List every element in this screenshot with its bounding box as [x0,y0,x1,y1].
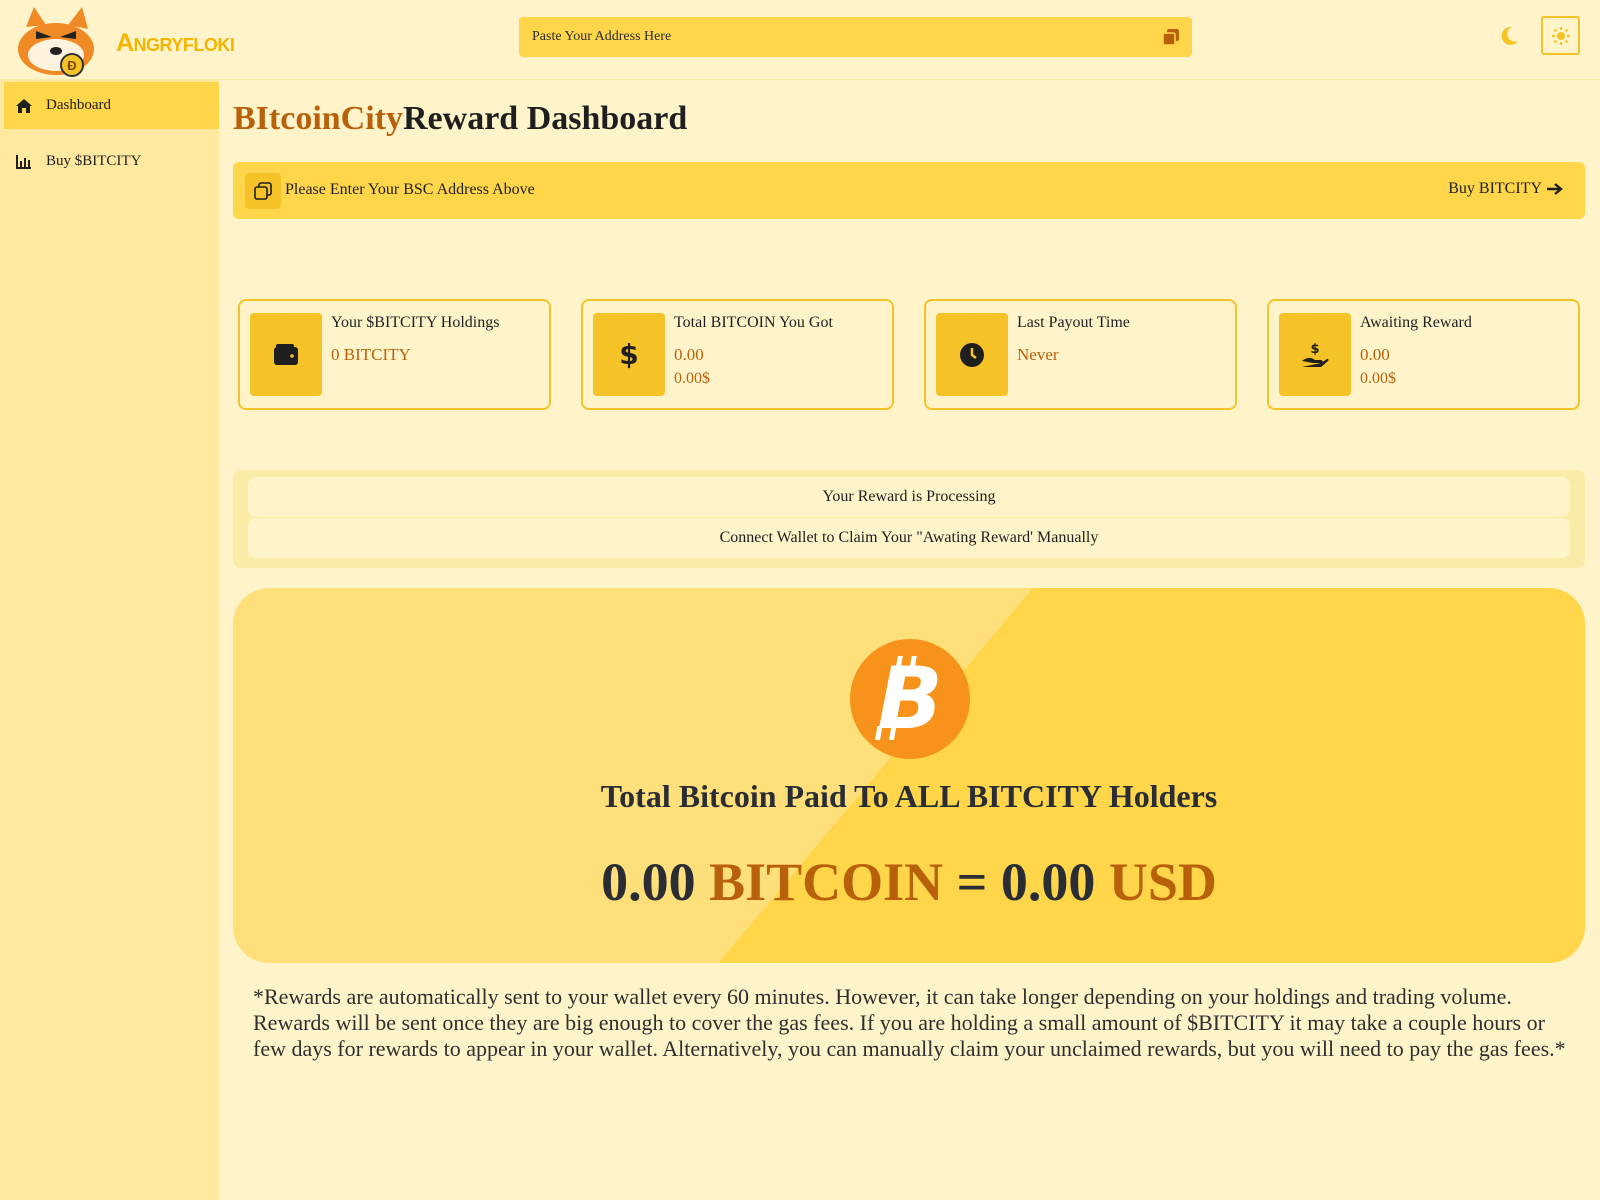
wallet-icon [250,313,322,396]
copy-icon[interactable] [245,173,281,209]
reward-status-panel: Your Reward is Processing Connect Wallet… [233,470,1585,568]
notice-text: Please Enter Your BSC Address Above [285,181,535,198]
sidebar-item-dashboard[interactable]: Dashboard [4,82,219,129]
card-value: 0.00 [674,345,704,364]
top-header: Ð Angryfloki [0,0,1600,80]
stats-cards: Your $BITCITY Holdings 0 BITCITY $ Total… [238,299,1580,411]
card-label: Last Payout Time [1017,314,1130,331]
equals-sign: = [956,852,988,912]
logo-text: Angryfloki [116,29,235,57]
address-search-bar [519,17,1192,57]
home-icon [14,96,34,116]
buy-bitcity-link[interactable]: Buy BITCITY [1448,180,1563,198]
rewards-footnote: *Rewards are automatically sent to your … [253,984,1566,1061]
sun-icon [1552,27,1570,45]
angry-shiba-logo-icon: Ð [18,7,94,77]
svg-text:$: $ [1310,342,1319,357]
address-notice-bar: Please Enter Your BSC Address Above Buy … [233,162,1585,219]
chart-icon [14,152,34,172]
btc-amount: 0.00 [601,852,696,912]
awaiting-reward-card: $ Awaiting Reward 0.00 0.00$ [1267,299,1580,410]
moon-icon[interactable] [1497,24,1521,48]
holdings-card: Your $BITCITY Holdings 0 BITCITY [238,299,551,410]
dollar-icon: $ [593,313,665,396]
hand-dollar-icon: $ [1279,313,1351,396]
theme-toggle-button[interactable] [1541,16,1580,55]
buy-bitcity-label: Buy BITCITY [1448,180,1542,197]
total-bitcoin-card: $ Total BITCOIN You Got 0.00 0.00$ [581,299,894,410]
hero-title: Total Bitcoin Paid To ALL BITCITY Holder… [600,778,1218,814]
card-value: 0 BITCITY [331,345,411,364]
sidebar-item-buy-bitcity[interactable]: Buy $BITCITY [4,138,219,185]
logo[interactable]: Ð Angryfloki [12,5,235,77]
sidebar-item-label: Buy $BITCITY [46,153,142,169]
title-brand: BItcoinCity [233,100,403,137]
svg-text:Ð: Ð [67,58,76,73]
card-value: 0.00 [1360,345,1390,364]
total-paid-amount: 0.00 BITCOIN = 0.00 USD [233,851,1585,913]
card-value: Never [1017,345,1059,364]
svg-text:B: B [877,649,943,749]
sidebar-item-label: Dashboard [46,97,111,113]
address-input[interactable] [532,17,1132,57]
connect-wallet-claim-button[interactable]: Connect Wallet to Claim Your "Awating Re… [248,518,1570,558]
card-label: Total BITCOIN You Got [674,314,833,331]
card-value-usd: 0.00$ [674,370,710,387]
clock-icon [936,313,1008,396]
reward-processing-status: Your Reward is Processing [248,477,1570,517]
title-rest: Reward Dashboard [403,100,688,137]
arrow-right-icon [1547,183,1563,195]
total-paid-hero: B Total Bitcoin Paid To ALL BITCITY Hold… [233,588,1585,963]
page-title: BItcoinCityReward Dashboard [233,100,687,138]
usd-unit: USD [1108,852,1217,912]
last-payout-card: Last Payout Time Never [924,299,1237,410]
card-value-usd: 0.00$ [1360,370,1396,387]
usd-amount: 0.00 [1000,852,1096,912]
bitcoin-icon: B [850,639,970,759]
sidebar: Dashboard Buy $BITCITY [0,80,219,1200]
copy-icon[interactable] [1162,28,1180,46]
btc-unit: BITCOIN [709,852,944,912]
card-label: Awaiting Reward [1360,314,1472,331]
card-label: Your $BITCITY Holdings [331,314,500,331]
